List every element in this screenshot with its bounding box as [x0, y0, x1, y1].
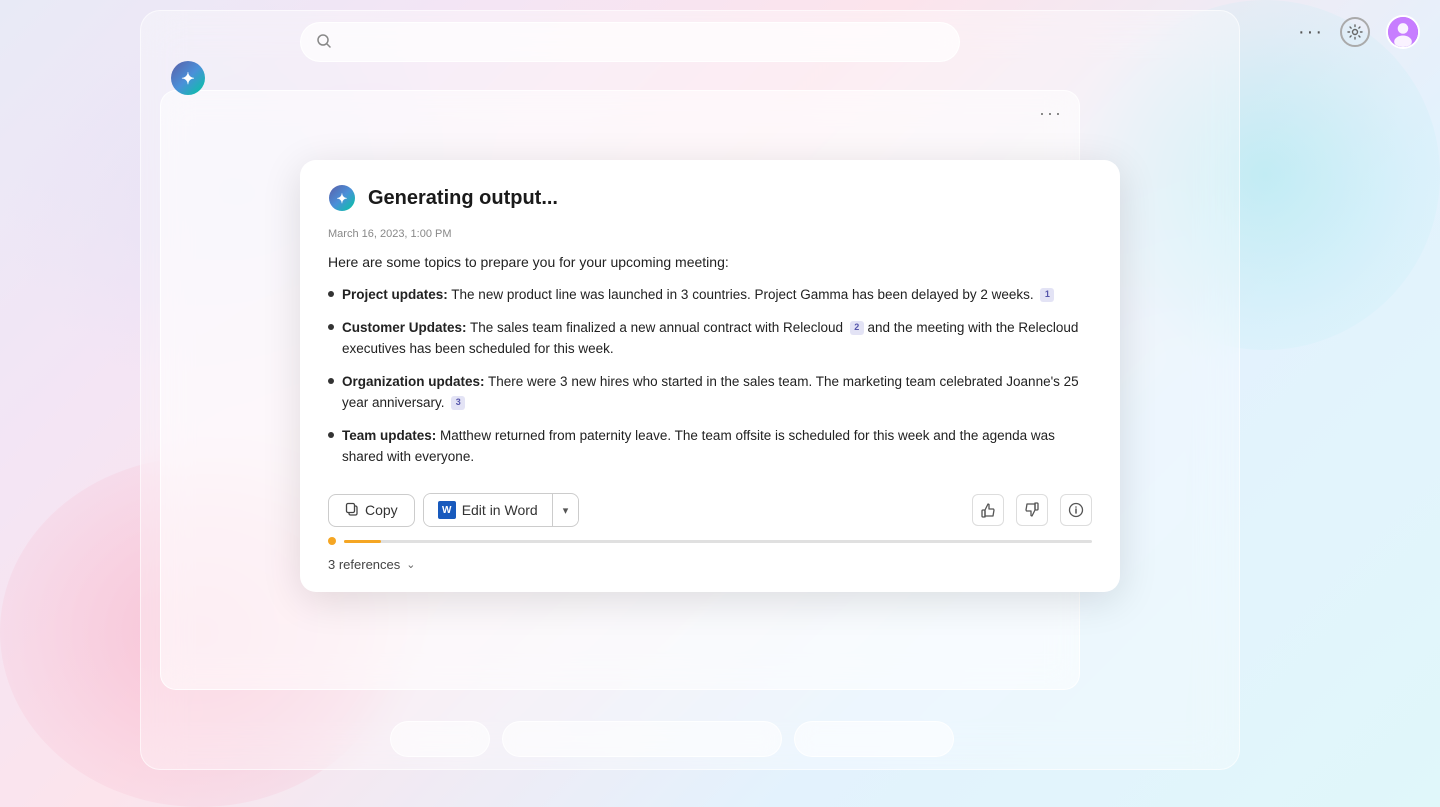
search-input[interactable] — [339, 23, 943, 61]
search-icon — [317, 34, 331, 51]
list-item: Organization updates: There were 3 new h… — [328, 372, 1092, 414]
timestamp: March 16, 2023, 1:00 PM — [328, 228, 1092, 240]
panel-topbar: ··· — [161, 91, 1079, 132]
bullet-label: Organization updates: — [342, 374, 485, 389]
footer-actions-right — [972, 494, 1092, 526]
list-item: Customer Updates: The sales team finaliz… — [328, 318, 1092, 360]
progress-bar-track — [344, 540, 1092, 543]
bullet-label: Customer Updates: — [342, 320, 467, 335]
word-icon: W — [438, 501, 456, 519]
svg-text:✦: ✦ — [337, 191, 348, 206]
svg-text:✦: ✦ — [181, 71, 194, 88]
search-bar[interactable] — [300, 22, 960, 62]
search-area — [300, 22, 960, 62]
response-card: ✦ Generating output... March 16, 2023, 1… — [300, 160, 1120, 592]
bullet-dot — [328, 324, 334, 330]
thumbs-down-button[interactable] — [1016, 494, 1048, 526]
bullet-text: Customer Updates: The sales team finaliz… — [342, 318, 1092, 360]
bullet-label: Project updates: — [342, 287, 448, 302]
copy-label: Copy — [365, 502, 398, 518]
list-item: Team updates: Matthew returned from pate… — [328, 426, 1092, 468]
progress-area — [328, 537, 1092, 545]
reference-badge: 3 — [451, 396, 465, 410]
bullet-label: Team updates: — [342, 428, 436, 443]
reference-badge: 2 — [850, 321, 864, 335]
top-bar-dots[interactable]: ··· — [1298, 21, 1324, 44]
copy-button[interactable]: Copy — [328, 494, 415, 527]
report-button[interactable] — [1060, 494, 1092, 526]
suggestion-pill-1[interactable] — [390, 721, 490, 757]
bullet-text: Team updates: Matthew returned from pate… — [342, 426, 1092, 468]
references-chevron-icon: ⌄ — [406, 558, 415, 571]
bullet-dot — [328, 378, 334, 384]
bullet-dot — [328, 432, 334, 438]
bullet-dot — [328, 291, 334, 297]
settings-icon[interactable] — [1340, 17, 1370, 47]
suggestion-pill-2[interactable] — [502, 721, 782, 757]
copy-icon — [345, 502, 359, 519]
edit-in-word-main[interactable]: W Edit in Word — [424, 494, 553, 526]
copilot-response-icon: ✦ — [328, 184, 356, 212]
panel-dots[interactable]: ··· — [1039, 103, 1063, 124]
thumbs-up-button[interactable] — [972, 494, 1004, 526]
bullet-text: Organization updates: There were 3 new h… — [342, 372, 1092, 414]
footer-actions-left: Copy W Edit in Word ▾ — [328, 493, 579, 527]
progress-dot — [328, 537, 336, 545]
progress-bar-fill — [344, 540, 381, 543]
copilot-logo: ✦ — [170, 60, 206, 101]
references-row[interactable]: 3 references ⌄ — [328, 557, 1092, 572]
card-footer: Copy W Edit in Word ▾ — [328, 485, 1092, 527]
generating-title: Generating output... — [368, 187, 558, 210]
avatar[interactable] — [1386, 15, 1420, 49]
suggestion-pill-3[interactable] — [794, 721, 954, 757]
list-item: Project updates: The new product line wa… — [328, 285, 1092, 306]
edit-word-label: Edit in Word — [462, 502, 538, 518]
references-label: 3 references — [328, 557, 400, 572]
bullet-text: Project updates: The new product line wa… — [342, 285, 1054, 306]
content-intro: Here are some topics to prepare you for … — [328, 252, 1092, 273]
edit-word-dropdown[interactable]: ▾ — [553, 497, 579, 524]
suggestions-bar — [390, 721, 954, 757]
bullet-list: Project updates: The new product line wa… — [328, 285, 1092, 467]
top-bar: ··· — [1298, 15, 1420, 49]
reference-badge: 1 — [1040, 288, 1054, 302]
edit-in-word-button[interactable]: W Edit in Word ▾ — [423, 493, 580, 527]
card-header: ✦ Generating output... — [328, 184, 1092, 212]
